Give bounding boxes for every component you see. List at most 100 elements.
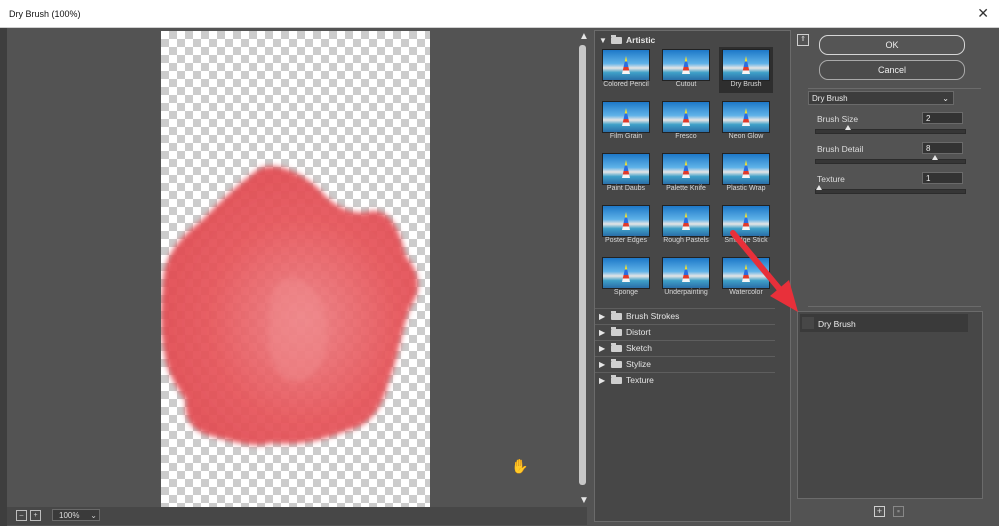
- filter-preview-image: [602, 153, 650, 185]
- param-value-input[interactable]: 8: [922, 142, 963, 154]
- filter-preview-image: [602, 49, 650, 81]
- chevron-down-icon: ⌄: [942, 94, 949, 103]
- filter-thumbnail[interactable]: Film Grain: [599, 99, 653, 145]
- new-effect-layer-icon[interactable]: +: [874, 506, 885, 517]
- delete-effect-layer-icon[interactable]: ▪: [893, 506, 904, 517]
- preview-footer: – + 100% ⌄: [7, 507, 587, 525]
- effect-layers-panel: [797, 311, 983, 499]
- filter-label: Sponge: [613, 289, 639, 296]
- chevron-down-icon: ⌄: [90, 511, 97, 520]
- scroll-thumb[interactable]: [579, 45, 586, 485]
- filter-preview-image: [662, 153, 710, 185]
- filter-thumbnail[interactable]: Watercolor: [719, 255, 773, 301]
- param-slider[interactable]: [815, 125, 966, 134]
- hand-cursor-icon: ✋: [511, 458, 529, 474]
- filter-gallery: ▼ Artistic Colored Pencil Cutout Dry Brush…: [594, 30, 791, 522]
- filter-thumbnail[interactable]: Dry Brush: [719, 47, 773, 93]
- cancel-button[interactable]: Cancel: [819, 60, 965, 80]
- filter-preview-image: [602, 257, 650, 289]
- title-bar: Dry Brush (100%) ✕: [0, 0, 999, 28]
- filter-label: Paint Daubs: [606, 185, 646, 192]
- effect-layer-row[interactable]: Dry Brush: [800, 314, 968, 332]
- scroll-down-icon[interactable]: ▼: [579, 495, 589, 506]
- ok-button[interactable]: OK: [819, 35, 965, 55]
- zoom-in-icon[interactable]: +: [30, 510, 41, 521]
- zoom-value: 100%: [59, 511, 80, 520]
- category-item[interactable]: ▶ Stylize: [595, 357, 775, 372]
- filter-label: Cutout: [675, 81, 697, 88]
- filter-preview-image: [722, 49, 770, 81]
- filter-label: Rough Pastels: [663, 237, 709, 244]
- scroll-up-icon[interactable]: ▲: [579, 31, 589, 42]
- preview-scrollbar[interactable]: ▲ ▼: [577, 31, 589, 508]
- zoom-select[interactable]: 100% ⌄: [52, 509, 100, 521]
- expand-triangle-icon: ▶: [599, 360, 606, 369]
- filter-preview-image: [722, 101, 770, 133]
- slider-knob-icon[interactable]: [845, 125, 851, 130]
- filter-label: Palette Knife: [666, 185, 706, 192]
- category-label: Distort: [626, 327, 651, 337]
- filter-label: Underpainting: [664, 289, 708, 296]
- filter-thumbnail[interactable]: Smudge Stick: [719, 203, 773, 249]
- filter-preview-image: [662, 101, 710, 133]
- filter-thumbnail[interactable]: Fresco: [659, 99, 713, 145]
- filter-thumbnail[interactable]: Poster Edges: [599, 203, 653, 249]
- collapse-gallery-icon[interactable]: ⇑: [797, 34, 809, 46]
- effect-layer-name: Dry Brush: [818, 319, 856, 329]
- filter-preview-image: [722, 205, 770, 237]
- param-value-input[interactable]: 1: [922, 172, 963, 184]
- folder-icon: [611, 35, 622, 44]
- expand-triangle-icon: ▼: [599, 36, 607, 45]
- param-label: Brush Size: [817, 114, 859, 124]
- folder-icon: [611, 343, 622, 352]
- filter-preview-image: [662, 49, 710, 81]
- folder-icon: [611, 327, 622, 336]
- param-slider[interactable]: [815, 185, 966, 194]
- filter-preview-image: [662, 257, 710, 289]
- filter-thumbnail[interactable]: Palette Knife: [659, 151, 713, 197]
- expand-triangle-icon: ▶: [599, 344, 606, 353]
- filter-thumbnail[interactable]: Colored Pencil: [599, 47, 653, 93]
- filter-preview-image: [602, 101, 650, 133]
- filter-thumbnail[interactable]: Plastic Wrap: [719, 151, 773, 197]
- category-label: Artistic: [626, 35, 656, 45]
- expand-triangle-icon: ▶: [599, 328, 606, 337]
- zoom-out-icon[interactable]: –: [16, 510, 27, 521]
- param-slider[interactable]: [815, 155, 966, 164]
- filter-label: Film Grain: [609, 133, 643, 140]
- filter-thumbnail[interactable]: Underpainting: [659, 255, 713, 301]
- param-value-input[interactable]: 2: [922, 112, 963, 124]
- category-artistic[interactable]: ▼ Artistic: [595, 33, 775, 48]
- filter-select-value: Dry Brush: [812, 94, 848, 103]
- filter-label: Watercolor: [729, 289, 763, 296]
- slider-knob-icon[interactable]: [816, 185, 822, 190]
- filter-thumbnail[interactable]: Paint Daubs: [599, 151, 653, 197]
- filter-preview-image: [722, 257, 770, 289]
- category-item[interactable]: ▶ Distort: [595, 325, 775, 340]
- filter-label: Fresco: [675, 133, 697, 140]
- filter-thumbnail[interactable]: Sponge: [599, 255, 653, 301]
- category-label: Texture: [626, 375, 654, 385]
- category-item[interactable]: ▶ Brush Strokes: [595, 309, 775, 324]
- left-edge: [0, 28, 7, 526]
- category-item[interactable]: ▶ Texture: [595, 373, 775, 388]
- expand-triangle-icon: ▶: [599, 376, 606, 385]
- filter-thumbnail[interactable]: Neon Glow: [719, 99, 773, 145]
- filter-label: Smudge Stick: [724, 237, 768, 244]
- filter-thumbnail[interactable]: Rough Pastels: [659, 203, 713, 249]
- filter-thumbnail[interactable]: Cutout: [659, 47, 713, 93]
- close-icon[interactable]: ✕: [977, 5, 989, 22]
- param-label: Texture: [817, 174, 845, 184]
- expand-triangle-icon: ▶: [599, 312, 606, 321]
- category-label: Stylize: [626, 359, 652, 369]
- slider-knob-icon[interactable]: [932, 155, 938, 160]
- folder-icon: [611, 375, 622, 384]
- filter-preview-image: [662, 205, 710, 237]
- folder-icon: [611, 359, 622, 368]
- category-item[interactable]: ▶ Sketch: [595, 341, 775, 356]
- preview-canvas[interactable]: [161, 31, 430, 508]
- filter-preview-image: [722, 153, 770, 185]
- visibility-eye-icon[interactable]: [802, 317, 814, 329]
- window-title: Dry Brush (100%): [9, 9, 81, 19]
- filter-select[interactable]: Dry Brush ⌄: [808, 91, 954, 105]
